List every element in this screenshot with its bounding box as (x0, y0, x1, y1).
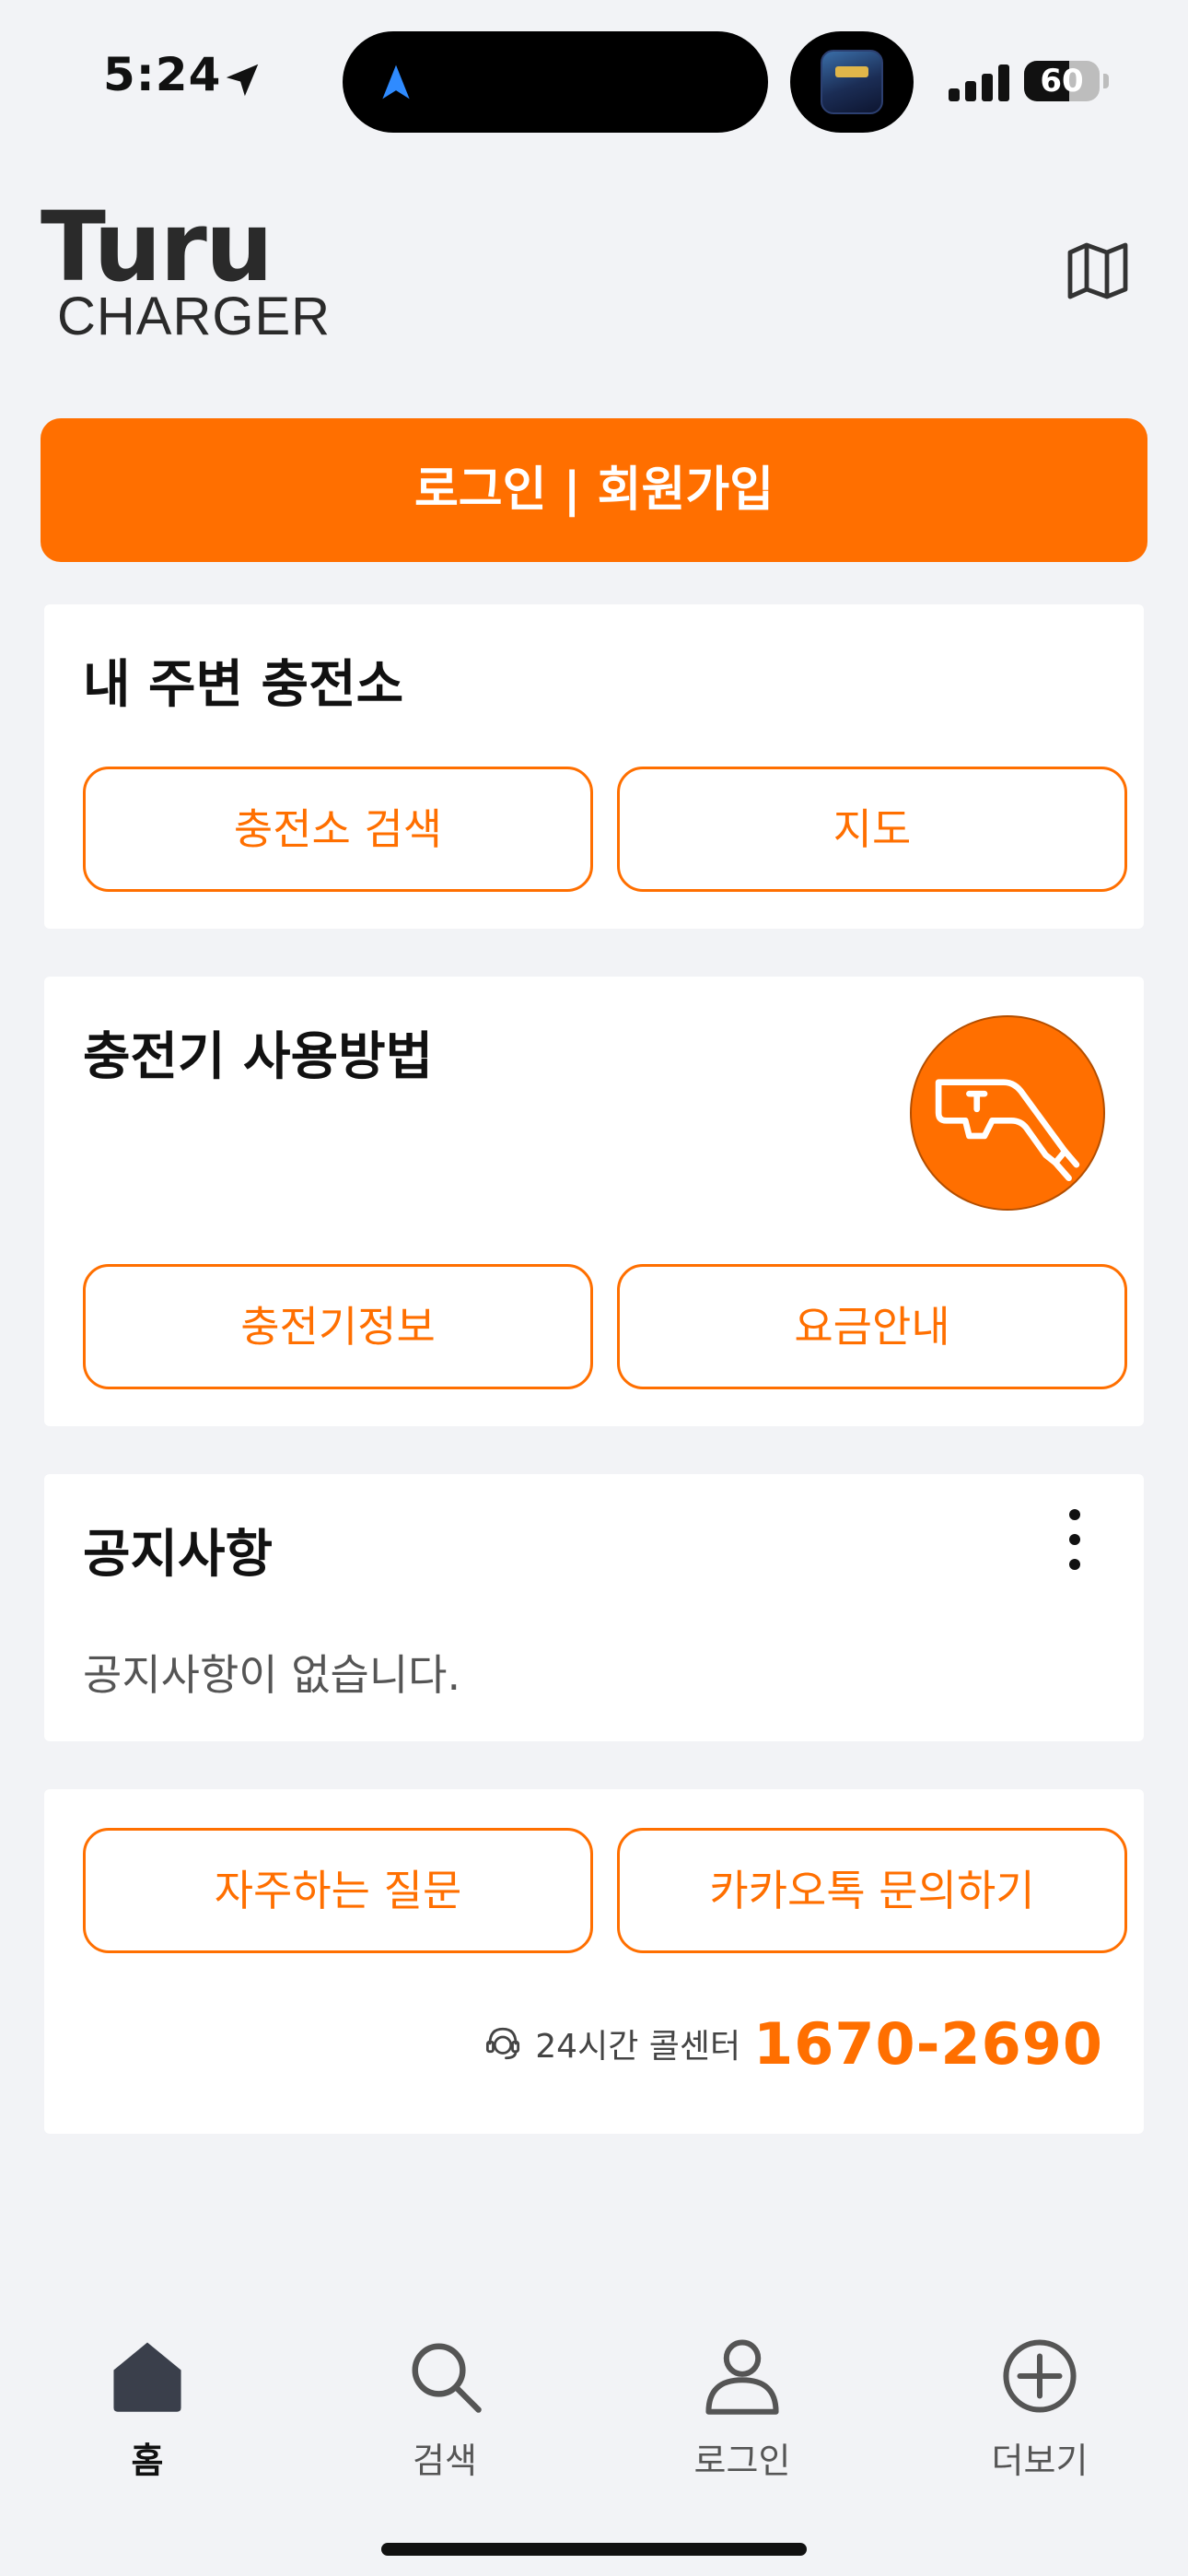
tab-home-label: 홈 (131, 2441, 164, 2481)
dynamic-island (343, 31, 768, 133)
app-thumbnail-icon (821, 50, 883, 114)
logo-word: Turu (41, 191, 274, 303)
navigation-arrow-icon (382, 64, 410, 100)
charger-usage-card: 충전기 사용방법 충전기정보 요금안내 (44, 977, 1144, 1426)
app-screen: 5:24 60 Turu CHARGER 로그인 | 회원가입 내 주변 충전소… (0, 0, 1188, 2576)
tab-login-label: 로그인 (693, 2441, 791, 2481)
status-bar: 5:24 60 (0, 0, 1188, 157)
tab-more-label: 더보기 (991, 2441, 1089, 2481)
tab-bar: 홈 검색 로그인 더보기 (0, 2303, 1188, 2576)
callcenter[interactable]: 24시간 콜센터 1670-2690 (483, 2007, 1103, 2080)
map-button[interactable]: 지도 (617, 767, 1127, 892)
status-time: 5:24 (103, 48, 222, 101)
kakaotalk-inquiry-button[interactable]: 카카오톡 문의하기 (617, 1828, 1127, 1953)
plus-circle-icon (1003, 2339, 1077, 2413)
battery-cap (1103, 74, 1109, 88)
live-activity-app (790, 31, 914, 133)
location-arrow-icon (226, 64, 259, 97)
nearby-stations-card: 내 주변 충전소 충전소 검색 지도 (44, 604, 1144, 929)
nearby-title: 내 주변 충전소 (83, 655, 404, 715)
tab-search[interactable]: 검색 (353, 2336, 537, 2493)
turu-charger-logo: Turu CHARGER (41, 191, 335, 346)
home-icon (113, 2342, 181, 2412)
battery-level: 60 (1040, 63, 1084, 100)
logo-sub: CHARGER (57, 287, 332, 346)
notice-card: 공지사항 공지사항이 없습니다. (44, 1474, 1144, 1741)
help-card: 자주하는 질문 카카오톡 문의하기 24시간 콜센터 1670-2690 (44, 1789, 1144, 2134)
usage-title: 충전기 사용방법 (83, 1027, 434, 1087)
tab-search-label: 검색 (413, 2441, 477, 2481)
callcenter-label: 24시간 콜센터 (535, 2028, 741, 2066)
headset-icon (486, 2027, 520, 2060)
cellular-signal-icon (949, 64, 1009, 101)
battery-icon: 60 (1024, 61, 1100, 101)
tab-more[interactable]: 더보기 (948, 2336, 1132, 2493)
user-icon (705, 2339, 779, 2415)
home-indicator (381, 2543, 807, 2556)
more-vertical-icon[interactable] (1066, 1509, 1083, 1570)
login-signup-button[interactable]: 로그인 | 회원가입 (41, 418, 1147, 562)
price-guide-button[interactable]: 요금안내 (617, 1264, 1127, 1389)
station-search-button[interactable]: 충전소 검색 (83, 767, 593, 892)
search-icon (412, 2343, 482, 2413)
notice-empty-text: 공지사항이 없습니다. (83, 1650, 461, 1700)
tab-home[interactable]: 홈 (55, 2336, 239, 2493)
ev-plug-icon (910, 1015, 1105, 1211)
faq-button[interactable]: 자주하는 질문 (83, 1828, 593, 1953)
callcenter-phone[interactable]: 1670-2690 (753, 2010, 1103, 2078)
tab-login[interactable]: 로그인 (650, 2336, 834, 2493)
notice-title: 공지사항 (83, 1525, 274, 1585)
map-icon[interactable] (1066, 241, 1129, 300)
charger-info-button[interactable]: 충전기정보 (83, 1264, 593, 1389)
